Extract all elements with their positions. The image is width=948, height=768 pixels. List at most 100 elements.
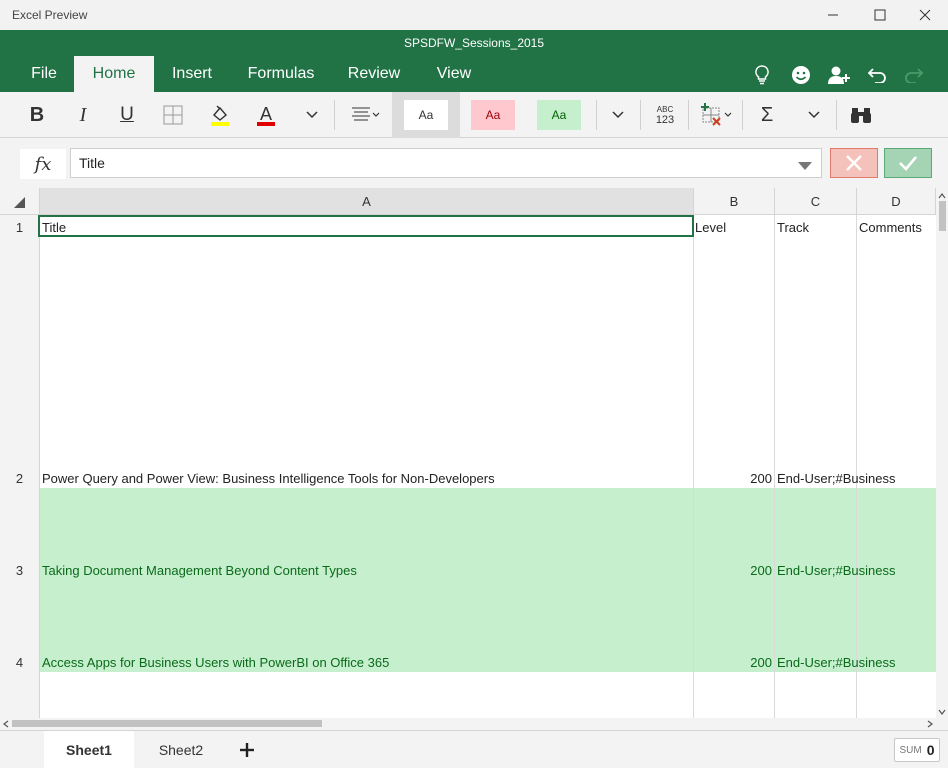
active-cell-selection (38, 215, 694, 237)
row-header[interactable]: 4 (0, 580, 40, 672)
accept-entry-button[interactable] (884, 148, 932, 178)
app-title: Excel Preview (12, 8, 88, 22)
tab-view[interactable]: View (424, 56, 484, 92)
italic-button[interactable]: I (68, 92, 98, 138)
spreadsheet-grid[interactable]: A B C D 1 2 3 4 Title Level Track Commen… (0, 188, 948, 718)
borders-icon (163, 105, 183, 125)
toolbar-divider (334, 100, 335, 130)
cell-c1[interactable]: Track (777, 215, 855, 237)
number-format-button[interactable]: ABC 123 (648, 92, 682, 138)
row-header[interactable]: 1 (0, 215, 40, 237)
gridline (774, 215, 775, 718)
triangle-down-icon (798, 162, 812, 170)
maximize-button[interactable] (857, 0, 903, 30)
sheet-tab-bar: Sheet1 Sheet2 SUM 0 (0, 730, 948, 768)
editing-more-dropdown[interactable] (800, 92, 828, 138)
toolbar-divider (640, 100, 641, 130)
lightbulb-icon[interactable] (749, 62, 775, 88)
fill-color-button[interactable] (204, 92, 236, 138)
sum-label: SUM (899, 744, 922, 756)
tab-home[interactable]: Home (74, 56, 154, 92)
column-header-d[interactable]: D (857, 188, 936, 215)
cell-style-bad-button[interactable]: Aa (471, 100, 515, 130)
bold-icon: B (29, 103, 45, 126)
status-sum[interactable]: SUM 0 (894, 738, 940, 762)
underline-icon: U (120, 104, 134, 125)
cell-b4[interactable]: 200 (695, 580, 774, 672)
tab-insert[interactable]: Insert (160, 56, 224, 92)
insert-delete-cells-button[interactable] (696, 92, 736, 138)
style-normal-preview: Aa (404, 100, 448, 130)
close-icon (846, 155, 862, 171)
underline-button[interactable]: U (112, 92, 142, 138)
close-button[interactable] (902, 0, 948, 30)
minimize-button[interactable] (810, 0, 856, 30)
find-button[interactable] (844, 92, 878, 138)
tab-review[interactable]: Review (338, 56, 410, 92)
column-header-a[interactable]: A (40, 188, 694, 215)
tab-file[interactable]: File (20, 56, 68, 92)
column-header-c[interactable]: C (775, 188, 857, 215)
chevron-down-icon (808, 111, 820, 119)
align-button[interactable] (346, 92, 384, 138)
formula-bar: fx Title (0, 138, 948, 188)
chevron-down-icon (306, 111, 318, 119)
row-header[interactable]: 3 (0, 488, 40, 580)
redo-icon[interactable] (901, 62, 927, 88)
formula-expand-dropdown[interactable] (798, 158, 812, 173)
undo-icon[interactable] (864, 62, 890, 88)
select-all-corner[interactable] (0, 188, 40, 215)
horizontal-scroll-thumb[interactable] (12, 720, 322, 727)
font-color-button[interactable]: A (250, 92, 282, 138)
cell-b1[interactable]: Level (695, 215, 774, 237)
cell-a2[interactable]: Power Query and Power View: Business Int… (42, 237, 692, 488)
vertical-scroll-thumb[interactable] (939, 201, 946, 231)
formula-input[interactable]: Title (70, 148, 822, 178)
bold-button[interactable]: B (22, 92, 52, 138)
cell-style-normal-button[interactable]: Aa (392, 92, 460, 138)
toolbar-divider (836, 100, 837, 130)
font-color-icon: A (257, 104, 275, 126)
ribbon-header: SPSDFW_Sessions_2015 File Home Insert Fo… (0, 30, 948, 92)
cell-c4[interactable]: End-User;#Business (777, 580, 936, 672)
plus-icon (240, 743, 254, 757)
borders-button[interactable] (158, 92, 188, 138)
cell-b2[interactable]: 200 (695, 237, 774, 488)
scroll-right-icon[interactable] (924, 718, 936, 730)
vertical-scrollbar[interactable] (936, 188, 948, 718)
cell-b3[interactable]: 200 (695, 488, 774, 580)
number-format-bottom: 123 (655, 114, 675, 126)
styles-more-dropdown[interactable] (604, 92, 632, 138)
cell-d1[interactable]: Comments (859, 215, 936, 237)
cell-a3[interactable]: Taking Document Management Beyond Conten… (42, 488, 692, 580)
sheet-tab-sheet1[interactable]: Sheet1 (44, 731, 134, 768)
sheet-tab-sheet2[interactable]: Sheet2 (136, 731, 226, 768)
binoculars-icon (851, 108, 871, 123)
cell-c2[interactable]: End-User;#Business (777, 237, 936, 488)
smiley-feedback-icon[interactable] (788, 62, 814, 88)
italic-icon: I (79, 103, 87, 126)
insert-function-button[interactable]: fx (20, 149, 66, 179)
cancel-entry-button[interactable] (830, 148, 878, 178)
row-header[interactable] (0, 672, 40, 718)
paint-bucket-icon (211, 105, 229, 126)
home-toolbar: B I U A Aa Aa Aa ABC 123 Σ (0, 92, 948, 138)
autosum-button[interactable]: Σ (752, 92, 782, 138)
add-sheet-button[interactable] (232, 735, 262, 765)
svg-text:A: A (260, 104, 272, 124)
select-all-triangle-icon (14, 197, 25, 208)
row-header[interactable]: 2 (0, 237, 40, 488)
share-user-icon[interactable] (826, 62, 852, 88)
scroll-down-icon[interactable] (936, 706, 948, 718)
column-header-b[interactable]: B (694, 188, 775, 215)
cell-style-good-button[interactable]: Aa (537, 100, 581, 130)
scroll-left-icon[interactable] (0, 718, 12, 730)
sum-value: 0 (926, 742, 935, 758)
tab-formulas[interactable]: Formulas (236, 56, 326, 92)
cell-c3[interactable]: End-User;#Business (777, 488, 936, 580)
toolbar-divider (688, 100, 689, 130)
toolbar-divider (742, 100, 743, 130)
cell-a4[interactable]: Access Apps for Business Users with Powe… (42, 580, 692, 672)
align-icon (352, 107, 380, 121)
font-more-dropdown[interactable] (298, 92, 326, 138)
